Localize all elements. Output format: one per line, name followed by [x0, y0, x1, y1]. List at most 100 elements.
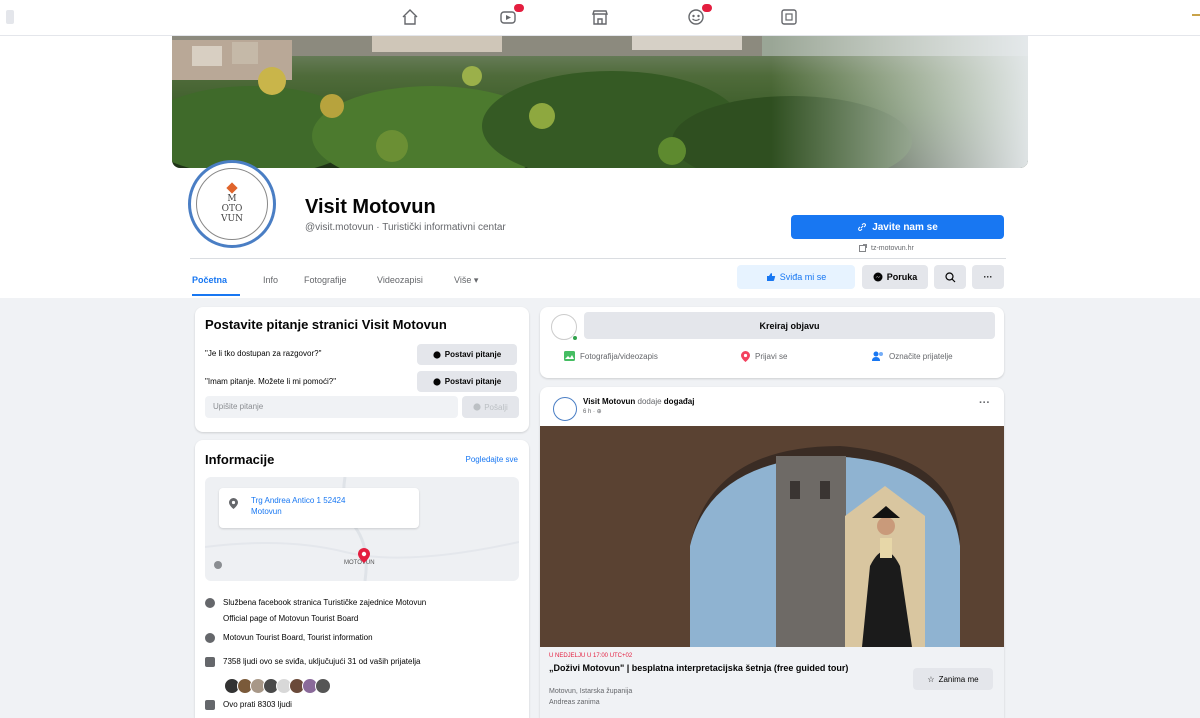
page-likes: 7358 ljudi ovo se sviđa, uključujući 31 … — [205, 654, 420, 670]
online-dot — [572, 335, 578, 341]
event-details[interactable]: U NEDJELJU U 17:00 UTC+02 „Doživi Motovu… — [540, 647, 1004, 718]
location-pin-icon — [741, 351, 750, 362]
event-location: Motovun, Istarska županija — [549, 688, 633, 695]
menu-stub[interactable] — [6, 10, 14, 24]
follow-icon — [205, 700, 215, 710]
location-pin-icon — [229, 498, 238, 509]
search-icon — [944, 271, 955, 282]
post-timestamp[interactable]: 6 h · ⊕ — [583, 408, 602, 415]
friend-avatars[interactable] — [224, 678, 331, 694]
address-line: Trg Andrea Antico 1 52424 — [251, 496, 346, 505]
tag-friends-label: Označite prijatelje — [889, 351, 953, 361]
suggested-question: "Je li tko dostupan za razgovor?" — [205, 349, 322, 358]
tab-info[interactable]: Info — [263, 275, 278, 285]
logo-text: OTO — [221, 204, 243, 214]
event-cover-image[interactable] — [540, 426, 1004, 647]
message-label: Poruka — [886, 272, 918, 282]
notification-badge — [702, 4, 712, 12]
messenger-icon — [473, 403, 481, 411]
address-box[interactable]: Trg Andrea Antico 1 52424 Motovun — [219, 488, 419, 528]
page-description: Službena facebook stranica Turističke za… — [205, 595, 426, 627]
logo-text: VUN — [221, 214, 243, 224]
marketplace-icon[interactable] — [588, 6, 612, 28]
messenger-icon — [433, 350, 441, 359]
ask-question-card: Postavite pitanje stranici Visit Motovun… — [195, 307, 529, 432]
send-label: Pošalji — [484, 402, 508, 412]
top-navigation — [0, 0, 1200, 36]
photo-video-label: Fotografija/videozapis — [580, 351, 658, 361]
follows-text: Ovo prati 8303 ljudi — [223, 700, 292, 709]
address-line: Motovun — [251, 507, 282, 516]
link-icon — [858, 223, 867, 231]
post-options-icon[interactable]: ··· — [979, 397, 990, 409]
external-link-icon — [859, 244, 867, 252]
contact-button[interactable]: Javite nam se — [791, 215, 1004, 239]
notification-badge — [514, 4, 524, 12]
home-icon[interactable] — [398, 6, 422, 28]
tag-friends-button[interactable]: Označite prijatelje — [872, 351, 953, 361]
messenger-icon — [873, 272, 883, 282]
cover-photo[interactable] — [172, 36, 1028, 168]
header-divider — [190, 258, 1006, 259]
info-card-title: Informacije — [205, 452, 275, 467]
logo-mark-icon — [226, 182, 238, 194]
map-marker-icon — [358, 548, 370, 563]
message-button[interactable]: Poruka — [862, 265, 928, 289]
page-category: Motovun Tourist Board, Tourist informati… — [205, 630, 373, 646]
tag-icon — [205, 633, 215, 643]
tag-friends-icon — [872, 351, 883, 361]
interested-button[interactable]: ☆ Zanima me — [913, 668, 993, 690]
like-button[interactable]: Sviđa mi se — [737, 265, 855, 289]
more-options-button[interactable]: ··· — [972, 265, 1004, 289]
friend-avatar[interactable] — [315, 678, 331, 694]
post-verb: dodaje — [637, 397, 662, 406]
interested-label: Zanima me — [938, 674, 979, 684]
category-text: Motovun Tourist Board, Tourist informati… — [223, 633, 373, 642]
check-in-button[interactable]: Prijavi se — [741, 351, 787, 362]
motovun-logo: M OTO VUN — [196, 168, 268, 240]
page-avatar[interactable]: M OTO VUN — [188, 160, 276, 248]
event-post: Visit Motovun dodaje događaj 6 h · ⊕ ···… — [540, 387, 1004, 718]
groups-icon[interactable] — [684, 4, 712, 28]
location-map[interactable]: Trg Andrea Antico 1 52424 Motovun MOTOVU… — [205, 477, 519, 581]
photo-video-button[interactable]: Fotografija/videozapis — [564, 351, 658, 361]
active-tab-indicator — [192, 294, 240, 296]
map-info-icon[interactable] — [214, 561, 222, 569]
info-icon — [205, 598, 215, 608]
page-search-button[interactable] — [934, 265, 966, 289]
check-in-label: Prijavi se — [755, 352, 788, 361]
ask-button-label: Postavi pitanje — [444, 350, 502, 359]
description-text: Official page of Motovun Tourist Board — [223, 614, 359, 623]
event-date: U NEDJELJU U 17:00 UTC+02 — [549, 653, 633, 659]
see-all-link[interactable]: Pogledajte sve — [466, 455, 518, 464]
post-author-avatar[interactable] — [553, 397, 577, 421]
tab-home[interactable]: Početna — [192, 275, 227, 285]
ask-card-title: Postavite pitanje stranici Visit Motovun — [205, 317, 447, 332]
page-follows: Ovo prati 8303 ljudi — [205, 697, 292, 713]
like-label: Sviđa mi se — [779, 272, 827, 282]
website-label: tz-motovun.hr — [871, 244, 914, 252]
tab-videos[interactable]: Videozapisi — [377, 275, 423, 285]
page-title: Visit Motovun — [305, 196, 436, 218]
likes-text: 7358 ljudi ovo se sviđa, uključujući 31 … — [223, 657, 421, 666]
page-handle: @visit.motovun · Turistički informativni… — [305, 222, 506, 233]
create-post-button[interactable]: Kreiraj objavu — [584, 312, 995, 339]
event-title[interactable]: „Doživi Motovun" | besplatna interpretac… — [549, 663, 904, 674]
ask-question-button[interactable]: Postavi pitanje — [417, 371, 517, 392]
send-button[interactable]: Pošalji — [462, 396, 519, 418]
tab-photos[interactable]: Fotografije — [304, 275, 347, 285]
tab-more[interactable]: Više ▾ — [454, 275, 478, 286]
post-object[interactable]: događaj — [664, 397, 695, 406]
watch-icon[interactable] — [496, 4, 524, 28]
ask-question-button[interactable]: Postavi pitanje — [417, 344, 517, 365]
post-author-name[interactable]: Visit Motovun — [583, 397, 635, 406]
suggested-question: "Imam pitanje. Možete li mi pomoći?" — [205, 377, 337, 386]
star-icon: ☆ — [927, 674, 935, 684]
logo-text: M — [227, 194, 237, 204]
photo-icon — [564, 351, 575, 361]
website-link[interactable]: tz-motovun.hr — [859, 244, 914, 252]
page-mini-avatar[interactable] — [551, 314, 578, 341]
gaming-icon[interactable] — [777, 6, 801, 28]
event-interested: Andreas zanima — [549, 699, 600, 706]
question-input[interactable]: Upišite pitanje — [205, 396, 458, 418]
